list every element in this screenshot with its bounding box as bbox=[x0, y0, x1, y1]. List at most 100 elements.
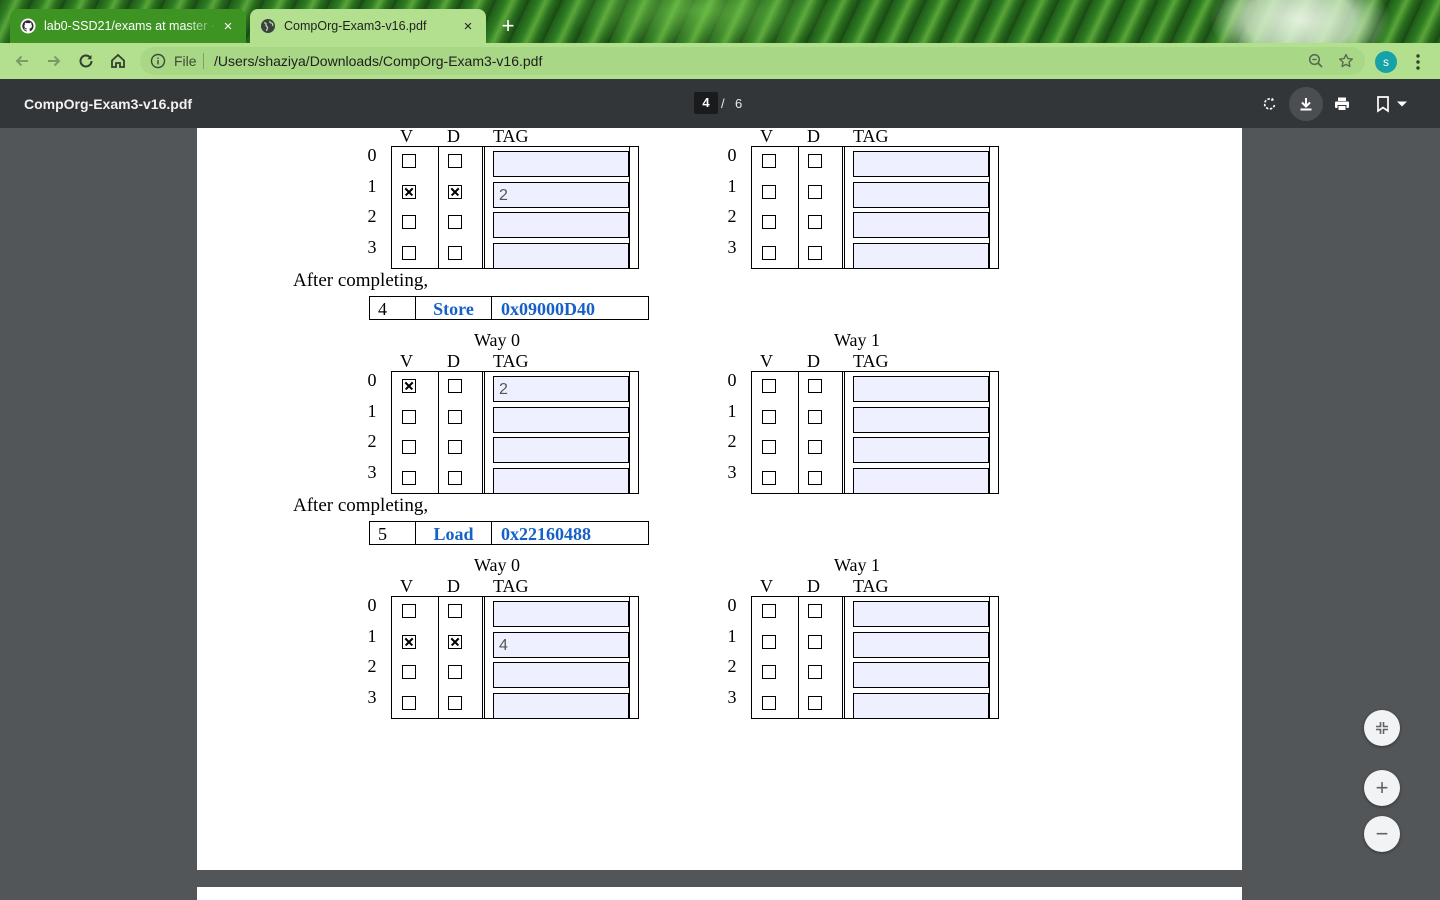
valid-checkbox[interactable] bbox=[762, 470, 776, 485]
tab-close-icon[interactable]: × bbox=[220, 18, 236, 34]
valid-checkbox[interactable] bbox=[402, 154, 416, 168]
tag-input[interactable] bbox=[493, 662, 629, 688]
dirty-checkbox[interactable] bbox=[808, 695, 822, 710]
dirty-checkbox[interactable] bbox=[448, 184, 462, 199]
tab-close-icon[interactable]: × bbox=[460, 18, 476, 34]
valid-checkbox[interactable] bbox=[402, 440, 416, 454]
address-bar[interactable]: File /Users/shaziya/Downloads/CompOrg-Ex… bbox=[140, 47, 1365, 75]
dirty-checkbox[interactable] bbox=[808, 440, 822, 454]
tag-input[interactable] bbox=[853, 437, 989, 463]
zoom-out-button[interactable]: − bbox=[1364, 816, 1400, 852]
dirty-checkbox[interactable] bbox=[808, 665, 822, 679]
tag-input[interactable] bbox=[493, 601, 629, 627]
reload-button[interactable] bbox=[72, 47, 100, 75]
tag-input[interactable]: 2 bbox=[493, 181, 629, 208]
dirty-checkbox[interactable] bbox=[448, 379, 462, 393]
valid-checkbox[interactable] bbox=[762, 665, 776, 679]
info-icon[interactable] bbox=[150, 53, 166, 69]
tab-pdf[interactable]: CompOrg-Exam3-v16.pdf × bbox=[250, 9, 486, 43]
new-tab-button[interactable]: + bbox=[494, 12, 522, 40]
tag-input[interactable] bbox=[493, 437, 629, 463]
pdf-viewport[interactable]: Way 0 V D TAG 0 1 2 3 2 Way 1 V D TAG 0 1 2 3 After compl… bbox=[0, 128, 1440, 900]
tag-input[interactable] bbox=[853, 181, 989, 208]
dirty-checkbox[interactable] bbox=[448, 245, 462, 260]
valid-checkbox[interactable] bbox=[402, 665, 416, 679]
zoom-icon[interactable] bbox=[1307, 52, 1325, 70]
dirty-checkbox[interactable] bbox=[808, 634, 822, 649]
valid-checkbox[interactable] bbox=[402, 695, 416, 710]
dirty-checkbox[interactable] bbox=[808, 245, 822, 260]
dirty-checkbox[interactable] bbox=[448, 695, 462, 710]
tag-input[interactable] bbox=[493, 212, 629, 238]
download-button[interactable] bbox=[1289, 87, 1323, 121]
more-menu-icon[interactable] bbox=[1406, 50, 1430, 74]
valid-checkbox[interactable] bbox=[762, 184, 776, 199]
profile-avatar[interactable]: s bbox=[1375, 51, 1397, 73]
dirty-checkbox[interactable] bbox=[808, 184, 822, 199]
back-button[interactable] bbox=[8, 47, 36, 75]
tag-input[interactable] bbox=[853, 151, 989, 177]
tag-input[interactable]: 4 bbox=[493, 631, 629, 658]
valid-checkbox[interactable] bbox=[762, 440, 776, 454]
tag-input[interactable] bbox=[853, 376, 989, 402]
tab-title: CompOrg-Exam3-v16.pdf bbox=[284, 19, 427, 33]
zoom-in-button[interactable]: + bbox=[1364, 770, 1400, 806]
valid-checkbox[interactable] bbox=[402, 604, 416, 618]
valid-checkbox[interactable] bbox=[762, 154, 776, 168]
valid-checkbox[interactable] bbox=[762, 379, 776, 393]
bookmark-star-icon[interactable] bbox=[1337, 52, 1355, 70]
dirty-checkbox[interactable] bbox=[808, 379, 822, 393]
valid-checkbox[interactable] bbox=[762, 409, 776, 424]
valid-checkbox[interactable] bbox=[762, 604, 776, 618]
tab-github[interactable]: lab0-SSD21/exams at master · × bbox=[10, 9, 246, 43]
valid-checkbox[interactable] bbox=[762, 215, 776, 229]
tag-input[interactable] bbox=[853, 212, 989, 238]
tag-input[interactable] bbox=[853, 631, 989, 658]
tag-input[interactable] bbox=[853, 467, 989, 494]
tag-input[interactable] bbox=[493, 467, 629, 494]
dirty-checkbox[interactable] bbox=[808, 604, 822, 618]
tag-input[interactable] bbox=[853, 406, 989, 433]
page-number-input[interactable]: 4 bbox=[694, 92, 718, 114]
set-index-label: 0 bbox=[727, 145, 737, 165]
tag-input[interactable] bbox=[853, 242, 989, 269]
valid-checkbox[interactable] bbox=[402, 470, 416, 485]
tag-input[interactable]: 2 bbox=[493, 376, 629, 402]
tag-input[interactable] bbox=[853, 601, 989, 627]
tag-input[interactable] bbox=[493, 692, 629, 719]
fit-to-page-button[interactable] bbox=[1364, 710, 1400, 746]
set-index-label: 2 bbox=[367, 656, 377, 676]
tag-input[interactable] bbox=[853, 662, 989, 688]
tag-input[interactable] bbox=[493, 242, 629, 269]
tag-input[interactable] bbox=[853, 692, 989, 719]
dirty-checkbox[interactable] bbox=[808, 409, 822, 424]
url-text[interactable]: /Users/shaziya/Downloads/CompOrg-Exam3-v… bbox=[214, 53, 542, 69]
bookmark-menu-button[interactable] bbox=[1369, 87, 1415, 121]
home-button[interactable] bbox=[104, 47, 132, 75]
dirty-checkbox[interactable] bbox=[448, 470, 462, 485]
valid-checkbox[interactable] bbox=[762, 695, 776, 710]
dirty-checkbox[interactable] bbox=[448, 440, 462, 454]
dirty-checkbox[interactable] bbox=[448, 154, 462, 168]
valid-checkbox[interactable] bbox=[762, 634, 776, 649]
dirty-checkbox[interactable] bbox=[808, 154, 822, 168]
valid-checkbox[interactable] bbox=[402, 634, 416, 649]
tag-input[interactable] bbox=[493, 151, 629, 177]
dirty-checkbox[interactable] bbox=[448, 409, 462, 424]
rotate-button[interactable] bbox=[1253, 87, 1287, 121]
valid-checkbox[interactable] bbox=[402, 379, 416, 393]
dirty-checkbox[interactable] bbox=[448, 215, 462, 229]
valid-checkbox[interactable] bbox=[762, 245, 776, 260]
dirty-checkbox[interactable] bbox=[448, 634, 462, 649]
forward-button[interactable] bbox=[40, 47, 68, 75]
dirty-checkbox[interactable] bbox=[448, 665, 462, 679]
tag-input[interactable] bbox=[493, 406, 629, 433]
valid-checkbox[interactable] bbox=[402, 245, 416, 260]
dirty-checkbox[interactable] bbox=[808, 215, 822, 229]
valid-checkbox[interactable] bbox=[402, 215, 416, 229]
dirty-checkbox[interactable] bbox=[808, 470, 822, 485]
dirty-checkbox[interactable] bbox=[448, 604, 462, 618]
valid-checkbox[interactable] bbox=[402, 184, 416, 199]
valid-checkbox[interactable] bbox=[402, 409, 416, 424]
print-button[interactable] bbox=[1325, 87, 1359, 121]
